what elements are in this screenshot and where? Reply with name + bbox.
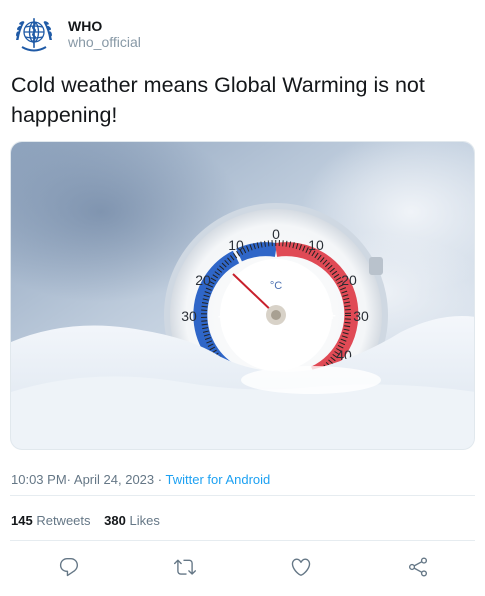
- likes-stat[interactable]: 380 Likes: [104, 513, 160, 528]
- minus-sign: -: [218, 308, 222, 323]
- scale-label: 30: [181, 308, 197, 324]
- heart-icon: [291, 558, 311, 576]
- retweet-icon: [174, 559, 196, 575]
- tweet-actions: [10, 552, 475, 582]
- divider: [10, 495, 475, 496]
- likes-count: 380: [104, 513, 126, 528]
- who-emblem-icon: [11, 11, 57, 57]
- tweet-stats: 145 Retweets 380 Likes: [11, 513, 170, 529]
- divider: [10, 540, 475, 541]
- reply-button[interactable]: [54, 552, 84, 582]
- scale-label: 20: [195, 272, 211, 288]
- retweets-label: Retweets: [36, 513, 91, 528]
- meta-separator: ·: [157, 472, 163, 487]
- tweet-time[interactable]: 10:03 PM: [11, 472, 67, 487]
- tweet-source-link[interactable]: Twitter for Android: [166, 472, 271, 487]
- scale-label: 30: [353, 308, 369, 324]
- tweet-media-image[interactable]: 10 0 10 20 30 20 30 40 °C - +: [10, 141, 475, 450]
- user-names: WHO who_official: [68, 18, 141, 51]
- tweet-text: Cold weather means Global Warming is not…: [11, 73, 425, 127]
- retweets-stat[interactable]: 145 Retweets: [11, 513, 91, 528]
- scale-label: 0: [272, 226, 280, 242]
- scale-label: 10: [228, 237, 244, 253]
- scale-label: 20: [341, 272, 357, 288]
- share-icon: [408, 557, 428, 577]
- tweet-header: WHO who_official: [10, 10, 141, 58]
- meta-separator: ·: [66, 472, 71, 487]
- plus-sign: +: [328, 308, 336, 323]
- tweet-card: WHO who_official Cold weather means Glob…: [0, 0, 485, 596]
- retweet-button[interactable]: [170, 552, 200, 582]
- tweet-timestamp: 10:03 PM· April 24, 2023 · Twitter for A…: [11, 472, 270, 488]
- avatar[interactable]: [10, 10, 58, 58]
- like-button[interactable]: [286, 552, 316, 582]
- likes-label: Likes: [129, 513, 160, 528]
- reply-icon: [59, 558, 79, 577]
- scale-label: 10: [308, 237, 324, 253]
- user-handle[interactable]: who_official: [68, 34, 141, 51]
- share-button[interactable]: [403, 552, 433, 582]
- unit-label: °C: [270, 280, 282, 292]
- display-name[interactable]: WHO: [68, 18, 141, 34]
- tweet-date[interactable]: April 24, 2023: [74, 472, 154, 487]
- retweets-count: 145: [11, 513, 33, 528]
- thermometer-in-snow-photo: 10 0 10 20 30 20 30 40 °C - +: [11, 142, 474, 449]
